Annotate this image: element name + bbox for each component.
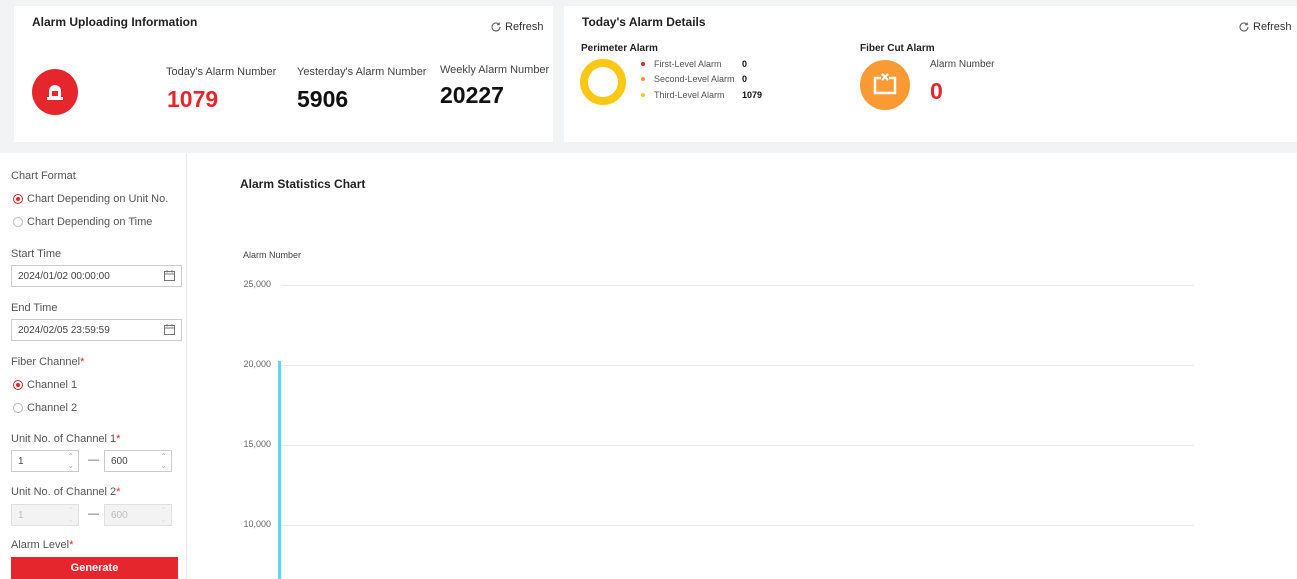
fiber-channel-text: Fiber Channel bbox=[11, 356, 81, 368]
unit2-label-text: Unit No. of Channel 2 bbox=[11, 486, 117, 498]
unit1-label: Unit No. of Channel 1* bbox=[11, 433, 120, 445]
first-level-value: 0 bbox=[742, 59, 748, 69]
start-time-label: Start Time bbox=[11, 248, 62, 260]
gridline bbox=[281, 445, 1194, 446]
third-level-value: 1079 bbox=[742, 90, 763, 100]
generate-button[interactable]: Generate bbox=[11, 557, 178, 579]
unit1-from-value: 1 bbox=[18, 455, 24, 467]
unit2-from-input: 1 ⌃ ⌄ bbox=[11, 504, 79, 526]
stepper-icon[interactable]: ⌃ ⌄ bbox=[67, 452, 74, 470]
start-time-input[interactable]: 2024/01/02 00:00:00 bbox=[11, 265, 182, 287]
format-unit-label: Chart Depending on Unit No. bbox=[27, 193, 169, 205]
chart-plot-area: 25,000 20,000 15,000 10,000 bbox=[187, 153, 1297, 579]
upload-refresh-button[interactable]: Refresh bbox=[490, 21, 544, 33]
fiber-cut-icon bbox=[860, 60, 910, 110]
channel1-label: Channel 1 bbox=[27, 379, 78, 391]
chart-format-label: Chart Format bbox=[11, 170, 76, 182]
fiber-alarm-label: Alarm Number bbox=[930, 59, 995, 70]
required-mark: * bbox=[69, 539, 74, 551]
alarm-details-title: Today's Alarm Details bbox=[582, 15, 706, 29]
radio-checked-icon bbox=[13, 194, 23, 204]
y-tick-label: 25,000 bbox=[243, 279, 271, 289]
format-time-radio[interactable]: Chart Depending on Time bbox=[13, 216, 152, 228]
first-level-label: First-Level Alarm bbox=[654, 59, 722, 69]
unit1-to-value: 600 bbox=[111, 455, 128, 467]
first-level-dot bbox=[641, 62, 645, 66]
required-mark: * bbox=[116, 486, 121, 498]
start-time-value: 2024/01/02 00:00:00 bbox=[18, 270, 110, 282]
second-level-value: 0 bbox=[742, 74, 748, 84]
stepper-icon: ⌃ ⌄ bbox=[67, 506, 74, 524]
alarm-uploading-title: Alarm Uploading Information bbox=[32, 15, 198, 29]
alarm-level-text: Alarm Level bbox=[11, 539, 70, 551]
weekly-alarm-label: Weekly Alarm Number bbox=[440, 64, 550, 76]
unit2-range-dash: — bbox=[88, 508, 99, 520]
details-refresh-label: Refresh bbox=[1253, 21, 1292, 33]
fiber-alarm-value: 0 bbox=[930, 78, 943, 104]
chart-settings-panel: Chart Format Chart Depending on Unit No.… bbox=[0, 153, 187, 579]
second-level-dot bbox=[641, 77, 645, 81]
legend-first-level: First-Level Alarm 0 bbox=[641, 59, 747, 69]
unit2-label: Unit No. of Channel 2* bbox=[11, 486, 120, 498]
end-time-label: End Time bbox=[11, 302, 58, 314]
end-time-value: 2024/02/05 23:59:59 bbox=[18, 324, 110, 336]
fiber-cut-title: Fiber Cut Alarm bbox=[860, 43, 935, 54]
weekly-alarm-value: 20227 bbox=[440, 82, 504, 108]
format-time-label: Chart Depending on Time bbox=[27, 216, 153, 228]
end-time-input[interactable]: 2024/02/05 23:59:59 bbox=[11, 319, 182, 341]
chart-panel: Alarm Statistics Chart Alarm Number 25,0… bbox=[187, 153, 1297, 579]
yesterday-alarm-value: 5906 bbox=[297, 86, 349, 112]
radio-unchecked-icon bbox=[13, 403, 23, 413]
unit2-from-value: 1 bbox=[18, 509, 24, 521]
required-mark: * bbox=[116, 433, 121, 445]
calendar-icon[interactable] bbox=[164, 270, 175, 281]
details-refresh-button[interactable]: Refresh bbox=[1238, 21, 1292, 33]
channel2-radio[interactable]: Channel 2 bbox=[13, 402, 77, 414]
stepper-icon[interactable]: ⌃ ⌄ bbox=[160, 452, 167, 470]
perimeter-ring-chart bbox=[580, 59, 626, 105]
radio-unchecked-icon bbox=[13, 217, 23, 227]
perimeter-alarm-title: Perimeter Alarm bbox=[581, 43, 658, 54]
radio-checked-icon bbox=[13, 380, 23, 390]
yesterday-alarm-label: Yesterday's Alarm Number bbox=[297, 66, 427, 78]
unit2-to-value: 600 bbox=[111, 509, 128, 521]
unit1-label-text: Unit No. of Channel 1 bbox=[11, 433, 117, 445]
upload-refresh-label: Refresh bbox=[505, 21, 544, 33]
required-mark: * bbox=[80, 356, 85, 368]
gridline bbox=[281, 525, 1194, 526]
unit1-range-dash: — bbox=[88, 454, 99, 466]
alarm-details-card: Today's Alarm Details Refresh Perimeter … bbox=[564, 6, 1297, 142]
unit1-from-input[interactable]: 1 ⌃ ⌄ bbox=[11, 450, 79, 472]
alarm-level-label: Alarm Level* bbox=[11, 539, 73, 551]
calendar-icon[interactable] bbox=[164, 324, 175, 335]
y-tick-label: 20,000 bbox=[243, 359, 271, 369]
third-level-label: Third-Level Alarm bbox=[654, 90, 725, 100]
refresh-icon bbox=[1239, 22, 1249, 32]
channel2-label: Channel 2 bbox=[27, 402, 78, 414]
third-level-dot bbox=[641, 93, 645, 97]
y-tick-label: 10,000 bbox=[243, 519, 271, 529]
format-unit-radio[interactable]: Chart Depending on Unit No. bbox=[13, 193, 168, 205]
legend-third-level: Third-Level Alarm 1079 bbox=[641, 90, 762, 100]
stepper-icon: ⌃ ⌄ bbox=[160, 506, 167, 524]
unit2-to-input: 600 ⌃ ⌄ bbox=[104, 504, 172, 526]
chart-bar[interactable] bbox=[278, 361, 281, 579]
unit1-to-input[interactable]: 600 ⌃ ⌄ bbox=[104, 450, 172, 472]
second-level-label: Second-Level Alarm bbox=[654, 74, 735, 84]
refresh-icon bbox=[491, 22, 501, 32]
gridline bbox=[281, 365, 1194, 366]
channel1-radio[interactable]: Channel 1 bbox=[13, 379, 77, 391]
today-alarm-label: Today's Alarm Number bbox=[166, 66, 277, 78]
alarm-uploading-card: Alarm Uploading Information Refresh Toda… bbox=[14, 6, 553, 142]
gridline bbox=[281, 285, 1194, 286]
fiber-channel-label: Fiber Channel* bbox=[11, 356, 84, 368]
alarm-light-icon bbox=[32, 69, 78, 115]
legend-second-level: Second-Level Alarm 0 bbox=[641, 74, 747, 84]
y-tick-label: 15,000 bbox=[243, 439, 271, 449]
today-alarm-value: 1079 bbox=[167, 86, 219, 112]
